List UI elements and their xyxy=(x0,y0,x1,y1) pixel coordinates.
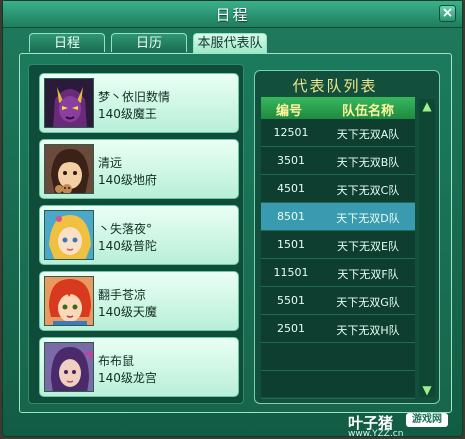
table-row-empty xyxy=(261,343,415,371)
team-id: 11501 xyxy=(273,266,309,279)
team-name: 天下无双E队 xyxy=(337,240,399,253)
team-list-body: 12501 天下无双A队 3501 天下无双B队 4501 天下无双C队 850… xyxy=(261,119,415,399)
tab-calendar[interactable]: 日历 xyxy=(111,33,187,52)
table-row[interactable]: 12501 天下无双A队 xyxy=(261,119,415,147)
members-panel: 梦丶依旧数情 140级魔王 清远 140级地府 丶失落夜° 140级普陀 翻手苍… xyxy=(28,64,244,404)
team-list-title: 代表队列表 xyxy=(292,77,378,95)
avatar xyxy=(44,342,94,392)
avatar xyxy=(44,210,94,260)
scroll-up-icon[interactable]: ▲ xyxy=(419,99,435,113)
table-row[interactable]: 1501 天下无双E队 xyxy=(261,231,415,259)
member-name: 布布鼠 xyxy=(98,354,135,368)
team-list-header: 编号 队伍名称 xyxy=(261,97,415,120)
team-id: 3501 xyxy=(277,154,305,167)
tab-schedule[interactable]: 日程 xyxy=(29,33,105,52)
team-id: 4501 xyxy=(277,182,305,195)
member-card[interactable]: 梦丶依旧数情 140级魔王 xyxy=(39,73,239,133)
team-name: 天下无双F队 xyxy=(337,268,399,281)
close-button[interactable]: × xyxy=(439,5,456,22)
team-name: 天下无双G队 xyxy=(336,296,400,309)
member-level: 140级天魔 xyxy=(98,305,157,319)
team-list-panel: 代表队列表 编号 队伍名称 12501 天下无双A队 3501 天下无双B队 4… xyxy=(254,70,440,404)
team-id: 5501 xyxy=(277,294,305,307)
team-name: 天下无双B队 xyxy=(336,156,400,169)
team-id: 2501 xyxy=(277,322,305,335)
member-level: 140级魔王 xyxy=(98,107,157,121)
watermark-url: www.YZZ.cn xyxy=(348,429,404,439)
member-card[interactable]: 布布鼠 140级龙宫 xyxy=(39,337,239,397)
avatar xyxy=(44,276,94,326)
member-card[interactable]: 丶失落夜° 140级普陀 xyxy=(39,205,239,265)
avatar xyxy=(44,78,94,128)
watermark-badge: 游戏网 xyxy=(406,413,448,427)
table-row-selected[interactable]: 8501 天下无双D队 xyxy=(261,203,415,231)
member-name: 清远 xyxy=(98,156,123,170)
scroll-down-icon[interactable]: ▼ xyxy=(419,383,435,397)
table-row[interactable]: 4501 天下无双C队 xyxy=(261,175,415,203)
title-bar: 日程 × xyxy=(3,1,462,28)
team-name: 天下无双A队 xyxy=(336,128,400,141)
member-card[interactable]: 翻手苍凉 140级天魔 xyxy=(39,271,239,331)
member-name: 梦丶依旧数情 xyxy=(98,90,171,104)
watermark-logo: 叶子猪 游戏网 www.YZZ.cn xyxy=(346,412,463,439)
team-id: 8501 xyxy=(277,210,305,223)
scrollbar[interactable]: ▲ ▼ xyxy=(419,99,435,397)
team-name: 天下无双D队 xyxy=(336,212,400,225)
team-id: 12501 xyxy=(273,126,309,139)
member-card[interactable]: 清远 140级地府 xyxy=(39,139,239,199)
header-id: 编号 xyxy=(275,104,302,119)
table-row-empty xyxy=(261,371,415,399)
table-row[interactable]: 5501 天下无双G队 xyxy=(261,287,415,315)
window-title: 日程 xyxy=(215,6,250,24)
table-row[interactable]: 11501 天下无双F队 xyxy=(261,259,415,287)
table-row[interactable]: 2501 天下无双H队 xyxy=(261,315,415,343)
member-name: 翻手苍凉 xyxy=(98,288,147,302)
schedule-window: 日程 × 日程 日历 本服代表队 梦丶依旧数情 140级魔王 清远 140级地府… xyxy=(2,0,463,437)
team-name: 天下无双C队 xyxy=(336,184,400,197)
member-level: 140级普陀 xyxy=(98,239,157,253)
team-name: 天下无双H队 xyxy=(336,324,400,337)
member-name: 丶失落夜° xyxy=(98,222,153,236)
table-row[interactable]: 3501 天下无双B队 xyxy=(261,147,415,175)
avatar xyxy=(44,144,94,194)
member-level: 140级龙宫 xyxy=(98,371,157,385)
tab-server-team[interactable]: 本服代表队 xyxy=(193,33,267,53)
member-level: 140级地府 xyxy=(98,173,157,187)
team-id: 1501 xyxy=(277,238,305,251)
tab-content: 梦丶依旧数情 140级魔王 清远 140级地府 丶失落夜° 140级普陀 翻手苍… xyxy=(19,53,452,413)
header-team-name: 队伍名称 xyxy=(341,104,394,119)
